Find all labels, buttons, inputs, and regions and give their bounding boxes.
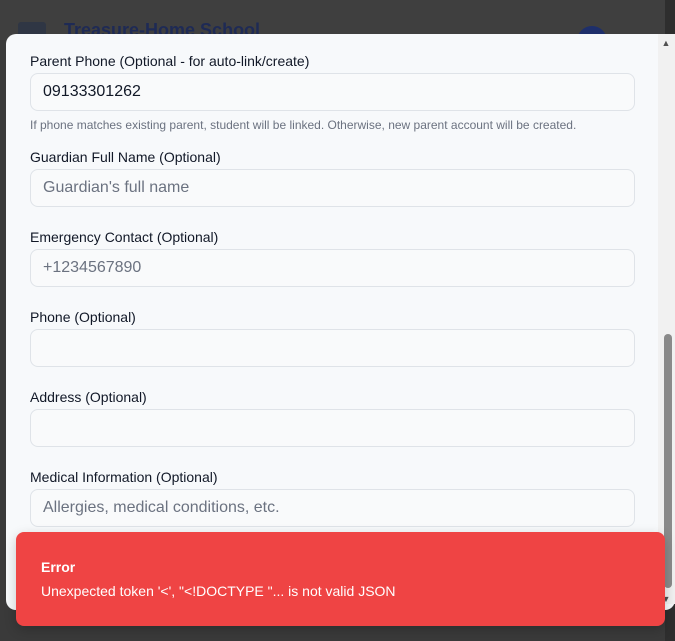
parent-phone-label: Parent Phone (Optional - for auto-link/c… <box>30 53 310 69</box>
medical-info-input[interactable] <box>30 489 635 527</box>
toast-title: Error <box>41 559 76 575</box>
toast-message: Unexpected token '<', "<!DOCTYPE "... is… <box>41 583 396 599</box>
emergency-contact-label: Emergency Contact (Optional) <box>30 229 219 245</box>
phone-input[interactable] <box>30 329 635 367</box>
guardian-name-label: Guardian Full Name (Optional) <box>30 149 221 165</box>
emergency-contact-input[interactable] <box>30 249 635 287</box>
student-form-modal: Parent Phone (Optional - for auto-link/c… <box>6 34 675 610</box>
parent-phone-input[interactable] <box>30 73 635 111</box>
parent-phone-help: If phone matches existing parent, studen… <box>30 118 577 132</box>
error-toast[interactable]: Error Unexpected token '<', "<!DOCTYPE "… <box>16 532 665 626</box>
scrollbar-thumb[interactable] <box>664 334 672 588</box>
guardian-name-input[interactable] <box>30 169 635 207</box>
medical-info-label: Medical Information (Optional) <box>30 469 218 485</box>
address-label: Address (Optional) <box>30 389 147 405</box>
scroll-up-arrow-icon[interactable]: ▲ <box>660 36 672 50</box>
phone-label: Phone (Optional) <box>30 309 136 325</box>
address-input[interactable] <box>30 409 635 447</box>
